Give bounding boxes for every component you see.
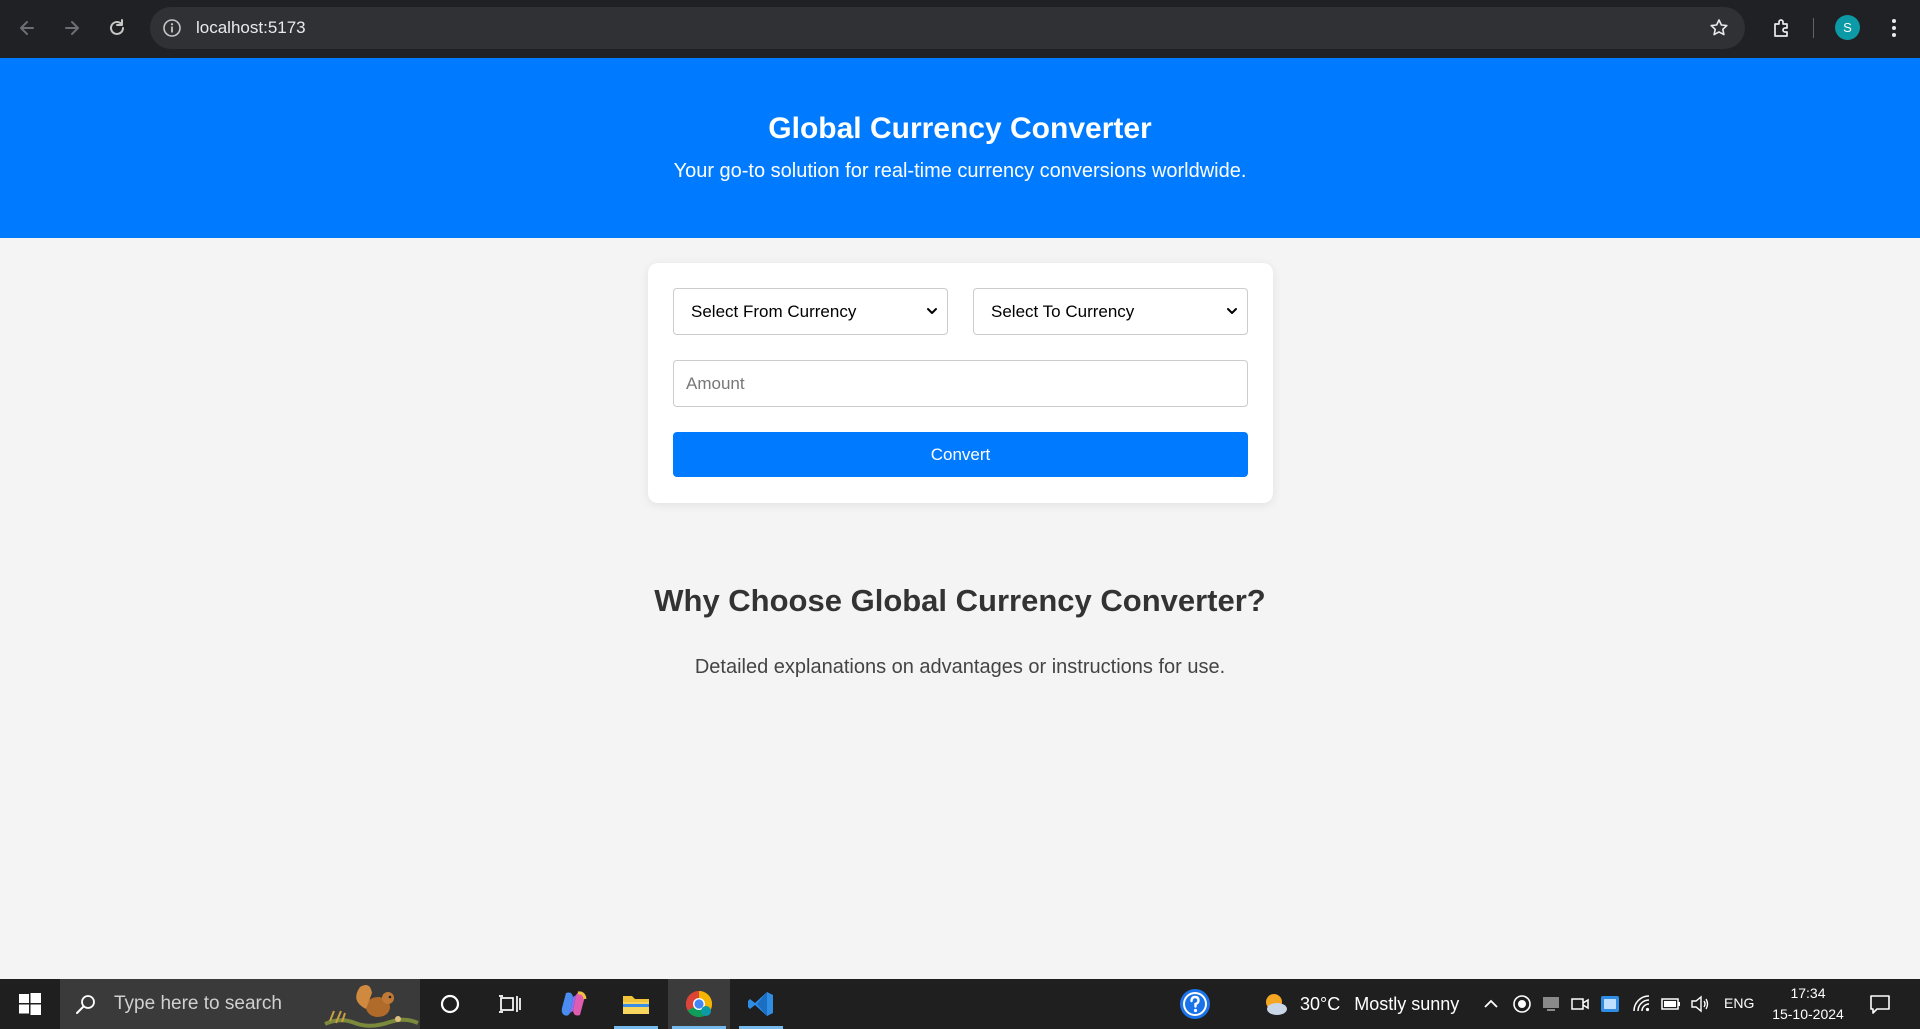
- weather-widget[interactable]: 30°C Mostly sunny: [1260, 979, 1459, 1029]
- help-button[interactable]: [1173, 979, 1217, 1029]
- forward-arrow-icon: [65, 21, 79, 35]
- clock-time: 17:34: [1790, 985, 1826, 1001]
- toolbar-divider: [1813, 18, 1814, 38]
- hero-banner: Global Currency Converter Your go-to sol…: [0, 58, 1920, 238]
- browser-toolbar: localhost:5173 S: [0, 0, 1920, 58]
- reload-button[interactable]: [101, 12, 133, 44]
- taskbar-search[interactable]: Type here to search: [60, 979, 420, 1029]
- copilot-icon: [561, 991, 587, 1016]
- to-currency-select[interactable]: Select To Currency: [973, 288, 1248, 335]
- file-explorer-app[interactable]: [610, 979, 662, 1029]
- input-language[interactable]: ENG: [1724, 995, 1754, 1011]
- chrome-app[interactable]: [668, 979, 730, 1029]
- why-description: Detailed explanations on advantages or i…: [694, 656, 1226, 678]
- volume-icon[interactable]: [1690, 994, 1710, 1014]
- cortana-circle-icon: [440, 994, 460, 1014]
- extensions-icon[interactable]: [1770, 16, 1794, 40]
- search-placeholder: Type here to search: [114, 993, 282, 1014]
- to-currency-value: Select To Currency: [991, 301, 1135, 321]
- profile-avatar[interactable]: S: [1835, 15, 1860, 40]
- converter-card: Select From Currency Select To Currency …: [648, 263, 1273, 503]
- back-button[interactable]: [11, 12, 43, 44]
- weather-condition: Mostly sunny: [1354, 993, 1460, 1014]
- more-menu-icon[interactable]: [1882, 16, 1906, 40]
- start-button[interactable]: [0, 979, 60, 1029]
- help-icon: [1180, 989, 1210, 1019]
- amount-input[interactable]: [673, 360, 1248, 407]
- site-info-icon[interactable]: [162, 18, 182, 38]
- page-title: Global Currency Converter: [768, 112, 1152, 145]
- task-view-icon: [499, 995, 521, 1013]
- taskbar: Type here to search 30°C Mostly sunny EN…: [0, 979, 1920, 1029]
- address-bar[interactable]: localhost:5173: [150, 7, 1745, 49]
- why-heading: Why Choose Global Currency Converter?: [654, 583, 1266, 618]
- weather-temperature: 30°C: [1300, 993, 1341, 1014]
- from-currency-select[interactable]: Select From Currency: [673, 288, 948, 335]
- vscode-app[interactable]: [735, 979, 787, 1029]
- cortana-button[interactable]: [425, 979, 475, 1029]
- bookmark-star-icon[interactable]: [1709, 18, 1729, 38]
- convert-button[interactable]: Convert: [673, 432, 1248, 477]
- page-subtitle: Your go-to solution for real-time curren…: [673, 160, 1247, 182]
- forward-button[interactable]: [56, 12, 88, 44]
- system-clock[interactable]: 17:34 15-10-2024: [1766, 983, 1850, 1025]
- task-view-button[interactable]: [485, 979, 535, 1029]
- search-icon: [76, 995, 95, 1014]
- vscode-icon: [748, 992, 773, 1016]
- clock-date: 15-10-2024: [1772, 1006, 1844, 1022]
- chevron-up-icon[interactable]: [1481, 994, 1501, 1014]
- search-highlight-illustration: [324, 985, 419, 1028]
- reload-icon: [110, 19, 124, 35]
- chevron-down-icon: [1227, 308, 1237, 314]
- partly-sunny-icon: [1266, 994, 1287, 1015]
- wifi-icon[interactable]: [1632, 994, 1652, 1014]
- folder-icon: [623, 996, 649, 1014]
- chevron-down-icon: [927, 308, 937, 314]
- display-icon[interactable]: [1541, 994, 1561, 1014]
- record-icon[interactable]: [1512, 994, 1532, 1014]
- battery-icon[interactable]: [1661, 994, 1681, 1014]
- vscode-tray-icon[interactable]: [1600, 994, 1620, 1014]
- back-arrow-icon: [20, 21, 34, 35]
- windows-logo-icon: [19, 993, 41, 1015]
- meet-now-icon[interactable]: [1570, 994, 1590, 1014]
- chrome-icon: [685, 990, 713, 1018]
- address-url[interactable]: localhost:5173: [196, 18, 306, 38]
- copilot-app[interactable]: [548, 979, 598, 1029]
- from-currency-value: Select From Currency: [691, 301, 857, 321]
- notification-center-icon[interactable]: [1868, 992, 1892, 1016]
